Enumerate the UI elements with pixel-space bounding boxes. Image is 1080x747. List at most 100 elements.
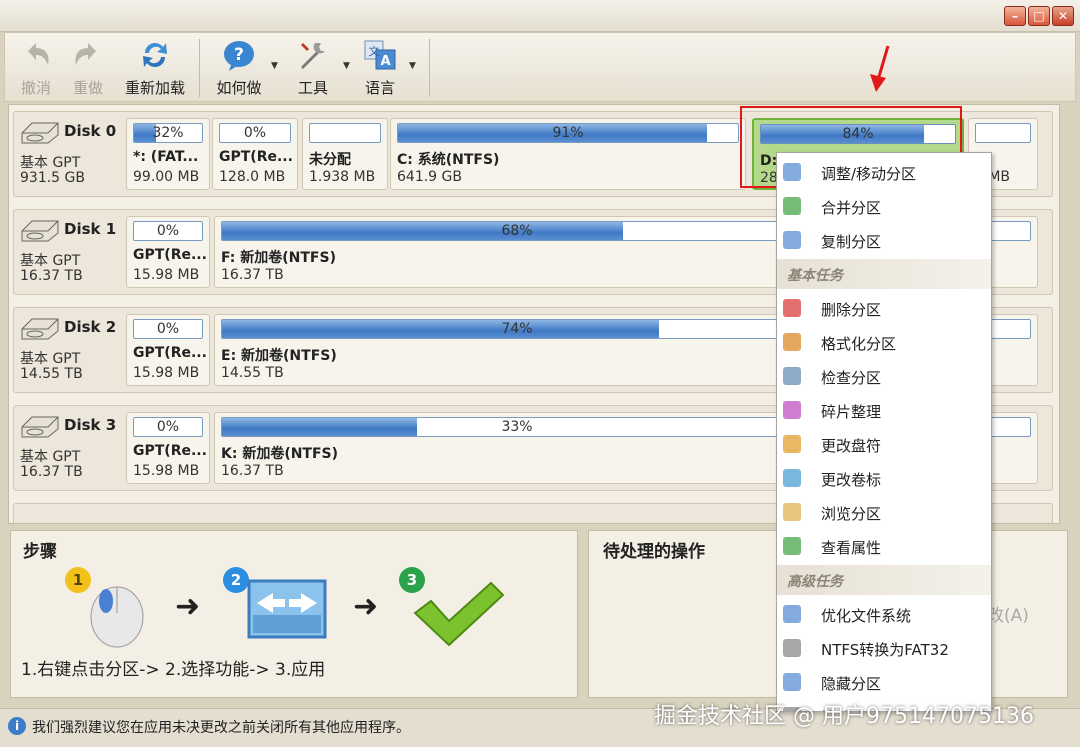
usage-bar: 0% (219, 123, 291, 143)
menu-item-label: NTFS转换为FAT32 (821, 641, 949, 659)
menu-item[interactable]: 优化文件系统 (777, 597, 991, 631)
menu-item[interactable]: 隐藏分区 (777, 665, 991, 699)
menu-item-label: 删除分区 (821, 301, 882, 319)
partition-name: E: 新加卷(NTFS) (221, 348, 337, 364)
menu-item[interactable]: 更改盘符 (777, 427, 991, 461)
menu-item[interactable]: 调整/移动分区 (777, 155, 991, 189)
menu-item[interactable]: 复制分区 (777, 223, 991, 257)
watermark: 掘金技术社区 @ 用户975147075136 (654, 704, 1034, 729)
menu-item[interactable]: 更改卷标 (777, 461, 991, 495)
usage-bar: 74% (221, 319, 813, 339)
toolbar-separator (199, 39, 200, 97)
partition-size: 15.98 MB (133, 463, 200, 479)
partition[interactable]: 32% *: (FAT... 99.00 MB (126, 118, 210, 190)
minimize-button[interactable]: – (1004, 6, 1026, 26)
menu-section-header: 高级任务 (777, 565, 991, 595)
partition[interactable]: 0% GPT(Re... 15.98 MB (126, 412, 210, 484)
menu-item-label: 优化文件系统 (821, 607, 912, 625)
disk-name: Disk 2 (64, 318, 117, 336)
partition[interactable]: 68% F: 新加卷(NTFS) 16.37 TB (214, 216, 820, 288)
partition-name: GPT(Re... (219, 149, 293, 165)
maximize-button[interactable]: □ (1028, 6, 1050, 26)
tools-dropdown-icon[interactable]: ▼ (343, 61, 350, 71)
menu-item[interactable]: 碎片整理 (777, 393, 991, 427)
redo-button[interactable]: 重做 (63, 37, 113, 99)
disk-info[interactable]: Disk 2 基本 GPT 14.55 TB (20, 314, 120, 386)
usage-percent: 74% (501, 321, 533, 337)
usage-bar: 32% (133, 123, 203, 143)
language-button[interactable]: 文 A 语言 (355, 37, 405, 99)
partition-size: 641.9 GB (397, 169, 462, 185)
partition-size: 15.98 MB (133, 365, 200, 381)
menu-item-label: 复制分区 (821, 233, 882, 251)
menu-item-icon (783, 469, 801, 487)
menu-item[interactable]: 检查分区 (777, 359, 991, 393)
partition-name: GPT(Re... (133, 443, 207, 459)
menu-item[interactable]: 浏览分区 (777, 495, 991, 529)
usage-percent: 0% (156, 419, 180, 435)
menu-item[interactable]: 格式化分区 (777, 325, 991, 359)
info-icon: i (8, 717, 26, 735)
menu-item-label: 更改盘符 (821, 437, 882, 455)
menu-item[interactable]: NTFS转换为FAT32 (777, 631, 991, 665)
partition-size: 99.00 MB (133, 169, 200, 185)
reload-button[interactable]: 重新加载 (119, 37, 191, 99)
disk-icon (21, 122, 59, 144)
disk-icon (21, 416, 59, 438)
menu-item-icon (783, 367, 801, 385)
mouse-icon (90, 586, 144, 648)
usage-bar: 68% (221, 221, 813, 241)
partition-name: C: 系统(NTFS) (397, 152, 500, 168)
partition[interactable]: 74% E: 新加卷(NTFS) 14.55 TB (214, 314, 820, 386)
howto-dropdown-icon[interactable]: ▼ (271, 61, 278, 71)
usage-percent: 91% (552, 125, 584, 141)
howto-button[interactable]: ? 如何做 (209, 37, 269, 99)
menu-item-label: 碎片整理 (821, 403, 882, 421)
language-dropdown-icon[interactable]: ▼ (409, 61, 416, 71)
disk-info[interactable]: Disk 3 基本 GPT 16.37 TB (20, 412, 120, 484)
disk-size: 16.37 TB (20, 268, 83, 284)
partition-size: 16.37 TB (221, 463, 284, 479)
disk-size: 14.55 TB (20, 366, 83, 382)
close-button[interactable]: ✕ (1052, 6, 1074, 26)
menu-item-icon (783, 673, 801, 691)
undo-label: 撤消 (20, 79, 51, 97)
partition[interactable]: 0% GPT(Re... 128.0 MB (212, 118, 298, 190)
language-icon: 文 A (364, 40, 396, 70)
partition-name: F: 新加卷(NTFS) (221, 250, 336, 266)
partition[interactable]: 0% GPT(Re... 15.98 MB (126, 314, 210, 386)
menu-item-icon (783, 231, 801, 249)
disk-size: 931.5 GB (20, 170, 85, 186)
menu-item-label: 格式化分区 (821, 335, 897, 353)
menu-item-label: 检查分区 (821, 369, 882, 387)
partition[interactable]: 未分配 1.938 MB (302, 118, 388, 190)
pending-title: 待处理的操作 (603, 542, 705, 562)
toolbar: 撤消 重做 重新加载 ? 如何做 ▼ 工具 ▼ 文 A 语言 ▼ (4, 32, 1076, 102)
partition[interactable]: 33% K: 新加卷(NTFS) 16.37 TB (214, 412, 820, 484)
usage-bar: 33% (221, 417, 813, 437)
partition-context-menu: 调整/移动分区 合并分区 复制分区 基本任务 删除分区 格式化分区 检查分区 碎片整理 更改盘符… (776, 152, 992, 712)
partition[interactable]: 0% GPT(Re... 15.98 MB (126, 216, 210, 288)
menu-item[interactable]: 查看属性 (777, 529, 991, 563)
menu-item[interactable]: 删除分区 (777, 291, 991, 325)
undo-button[interactable]: 撤消 (11, 37, 61, 99)
disk-info[interactable]: Disk 0 基本 GPT 931.5 GB (20, 118, 120, 190)
disk-type: 基本 GPT (20, 351, 81, 367)
menu-item-label: 隐藏分区 (821, 675, 882, 693)
tools-button[interactable]: 工具 (285, 37, 341, 99)
svg-text:?: ? (234, 45, 244, 65)
disk-size: 16.37 TB (20, 464, 83, 480)
usage-bar: 91% (397, 123, 739, 143)
partition-resize-icon (247, 579, 327, 639)
partition-name: GPT(Re... (133, 247, 207, 263)
partition[interactable]: 91% C: 系统(NTFS) 641.9 GB (390, 118, 746, 190)
reload-icon (143, 42, 167, 67)
menu-item[interactable]: 合并分区 (777, 189, 991, 223)
apply-button[interactable]: 改(A) (987, 601, 1029, 626)
usage-bar (309, 123, 381, 143)
menu-item-icon (783, 401, 801, 419)
disk-info[interactable]: Disk 1 基本 GPT 16.37 TB (20, 216, 120, 288)
redo-icon (75, 43, 96, 65)
disk-icon (21, 318, 59, 340)
title-bar: – □ ✕ (0, 0, 1080, 32)
